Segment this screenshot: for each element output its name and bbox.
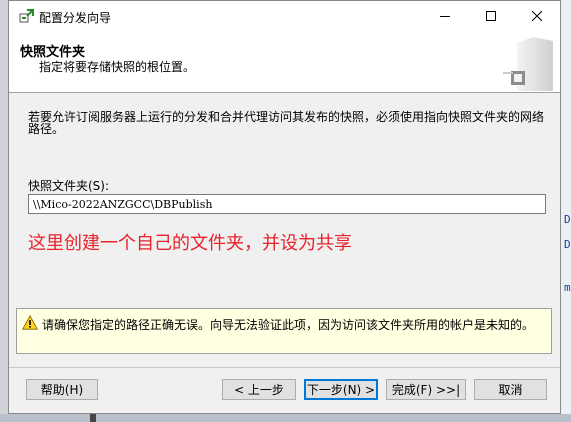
warning-icon [22, 315, 38, 330]
server-illustration-icon [503, 37, 553, 91]
close-button[interactable] [514, 1, 560, 31]
cancel-button[interactable]: 取消 [474, 379, 547, 400]
wizard-header: 快照文件夹 指定将要存储快照的根位置。 [9, 31, 560, 93]
background-text-fragment: D [564, 238, 571, 251]
title-bar[interactable]: 配置分发向导 [9, 1, 560, 31]
button-separator [9, 367, 560, 368]
snapshot-folder-label: 快照文件夹(S): [28, 179, 110, 193]
finish-button[interactable]: 完成(F) >>| [386, 379, 466, 400]
maximize-icon [486, 11, 496, 21]
description-text: 若要允许订阅服务器上运行的分发和合并代理访问其发布的快照，必须使用指向快照文件夹… [28, 110, 545, 136]
back-button[interactable]: < 上一步 [222, 379, 296, 400]
next-button[interactable]: 下一步(N) > [304, 379, 378, 400]
snapshot-folder-input[interactable] [28, 194, 546, 214]
minimize-icon [440, 16, 450, 17]
background-text-fragment: D [564, 213, 571, 226]
warning-text: 请确保您指定的路径正确无误。向导无法验证此项，因为访问该文件夹所用的帐户是未知的… [42, 318, 535, 332]
warning-box: 请确保您指定的路径正确无误。向导无法验证此项，因为访问该文件夹所用的帐户是未知的… [16, 308, 552, 354]
close-icon [532, 11, 542, 21]
red-annotation-text: 这里创建一个自己的文件夹，并设为共享 [28, 233, 352, 254]
maximize-button[interactable] [468, 1, 514, 31]
background-dark-marker [90, 414, 96, 422]
background-text-fragment: m [564, 281, 571, 294]
help-button[interactable]: 帮助(H) [26, 379, 98, 400]
wizard-dialog: 配置分发向导 快照文件夹 指定将要存储快照的根位置。 若要允许订阅服务器上运行的 [8, 0, 561, 414]
wizard-app-icon [19, 9, 34, 23]
window-title: 配置分发向导 [39, 11, 112, 25]
page-subtitle: 指定将要存储快照的根位置。 [39, 60, 196, 74]
minimize-button[interactable] [422, 1, 468, 31]
background-taskbar-strip [0, 414, 571, 422]
